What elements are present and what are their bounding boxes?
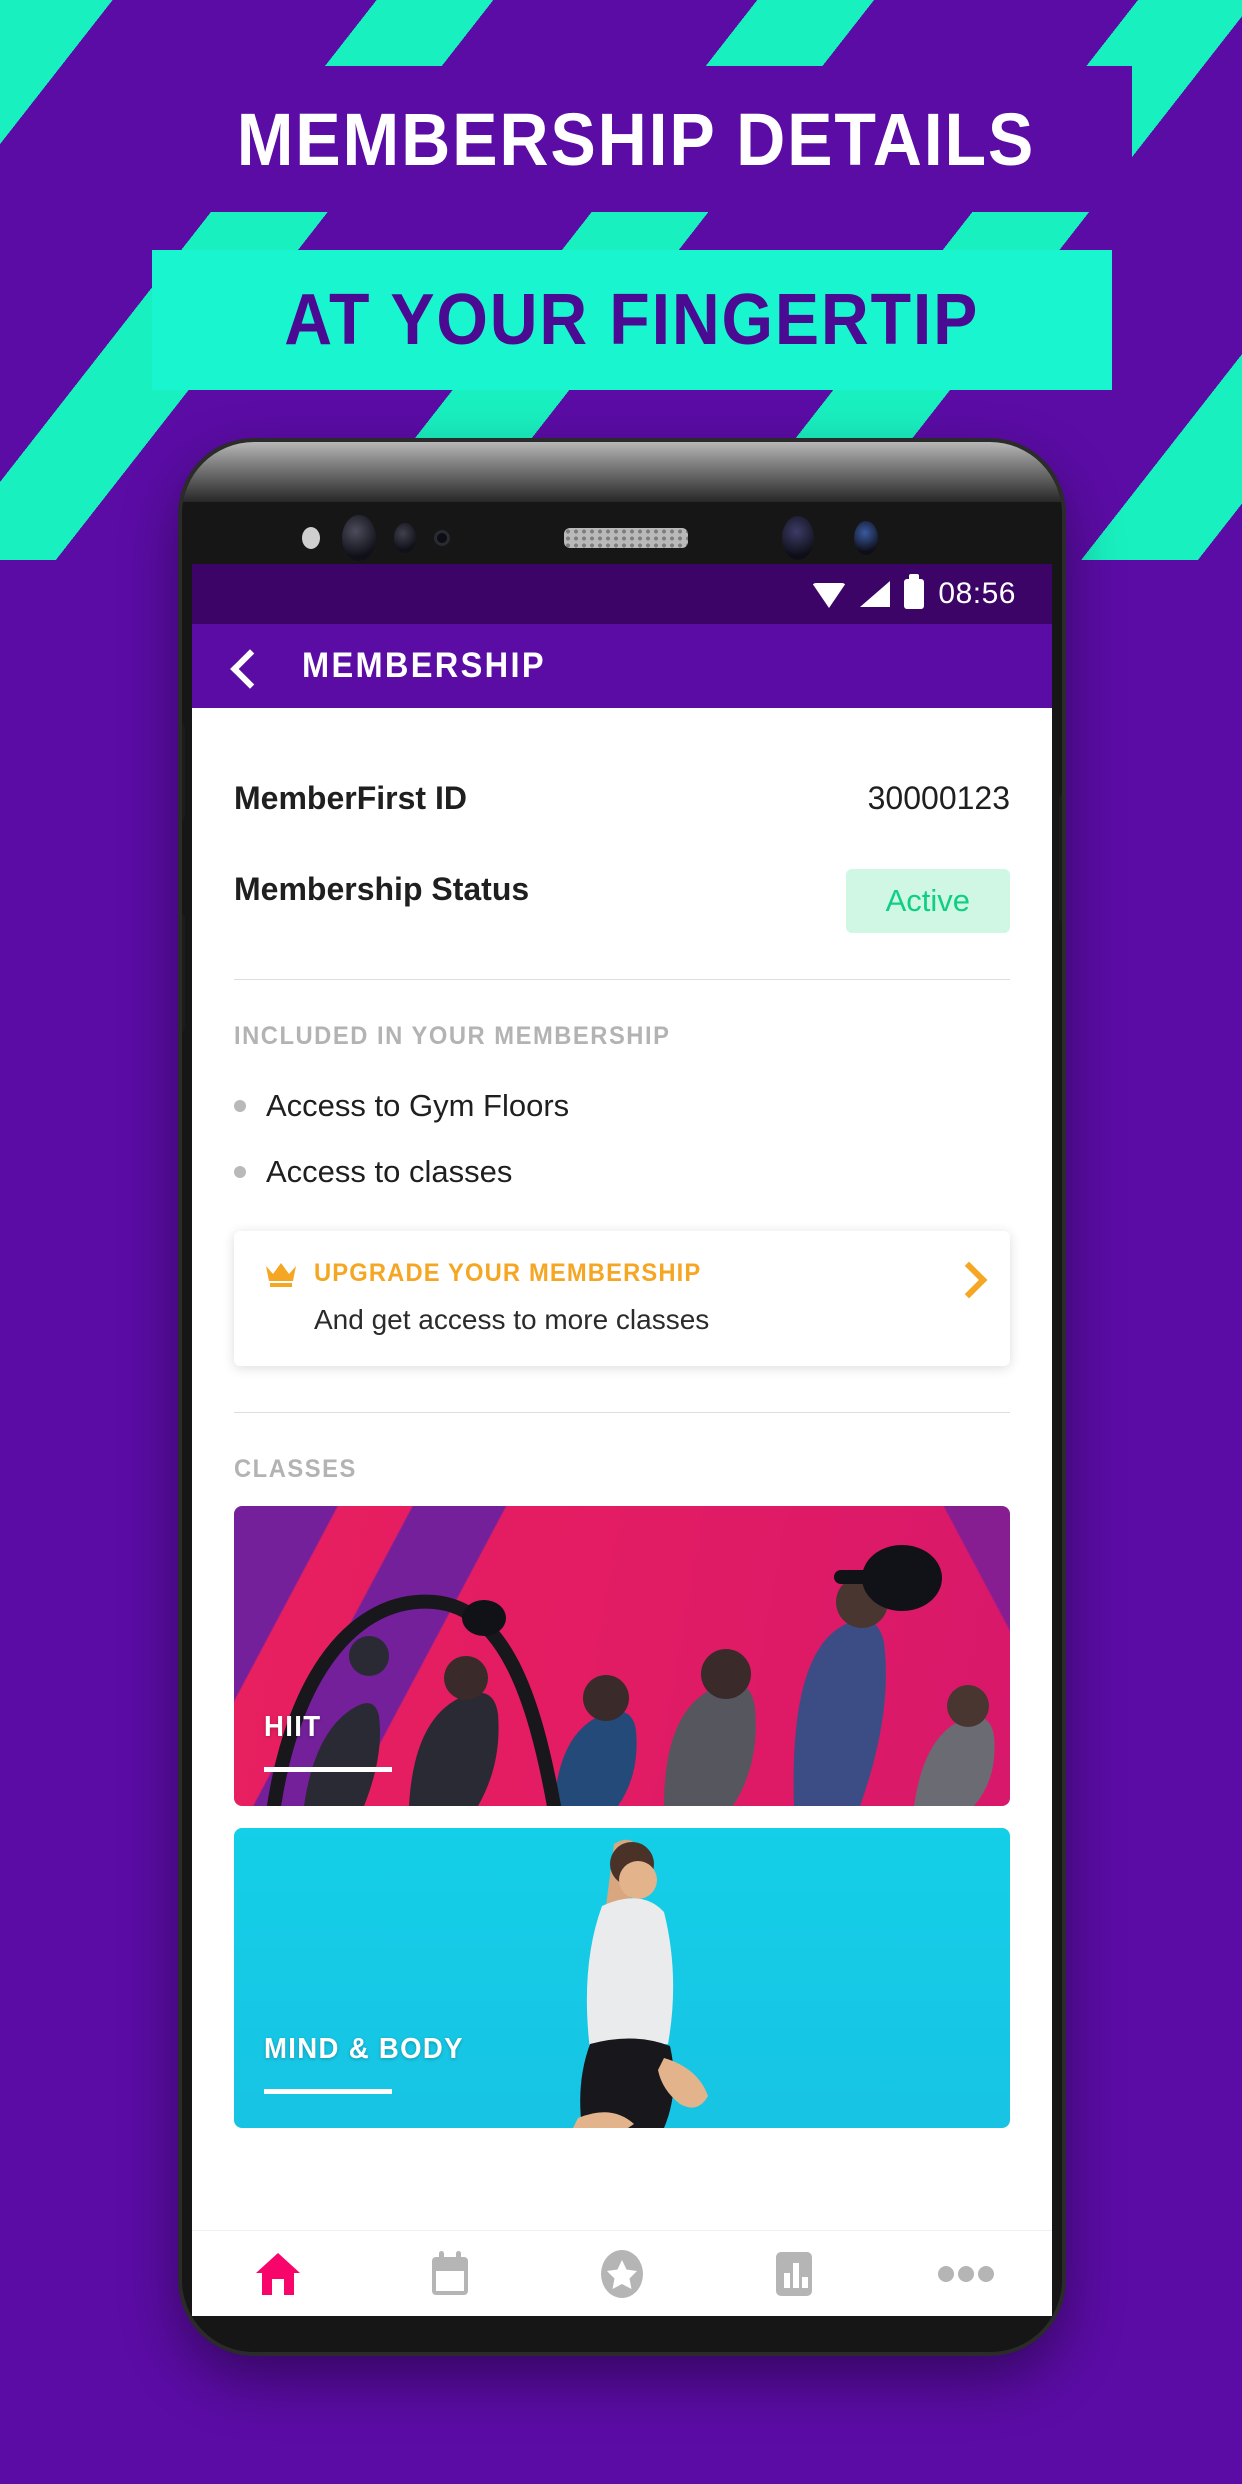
earpiece-speaker-icon <box>564 528 688 548</box>
membership-status-row: Membership Status Active <box>234 845 1010 933</box>
section-divider-bottom <box>234 1412 1010 1413</box>
phone-mockup: 08:56 MEMBERSHIP MemberFirst ID 30000123… <box>182 442 1062 2352</box>
phone-top-edge <box>182 442 1062 502</box>
wifi-icon <box>812 581 847 608</box>
app-bar: MEMBERSHIP <box>192 624 1052 708</box>
list-item: Access to classes <box>234 1139 1010 1205</box>
upgrade-membership-card[interactable]: UPGRADE YOUR MEMBERSHIP And get access t… <box>234 1231 1010 1366</box>
class-card-hiit[interactable]: HIIT <box>234 1506 1010 1806</box>
battery-icon <box>904 574 925 609</box>
promo-stage: MEMBERSHIP DETAILS AT YOUR FINGERTIP 08:… <box>0 0 1242 2484</box>
class-photo-hiit <box>234 1506 1010 1806</box>
upgrade-card-subtitle: And get access to more classes <box>314 1304 710 1335</box>
status-badge: Active <box>845 869 1010 933</box>
status-bar-clock: 08:56 <box>938 577 1016 610</box>
class-card-mind-body[interactable]: MIND & BODY <box>234 1828 1010 2128</box>
secondary-camera-icon <box>782 516 814 560</box>
upgrade-card-header: UPGRADE YOUR MEMBERSHIP <box>264 1259 980 1288</box>
iris-sensor-icon <box>394 523 416 553</box>
bottom-navigation-bar <box>192 2230 1052 2316</box>
membership-status-label: Membership Status <box>234 870 530 907</box>
front-camera-icon <box>342 515 376 561</box>
list-item-label: Access to classes <box>266 1154 513 1189</box>
chevron-right-icon[interactable] <box>956 1267 976 1287</box>
signal-icon <box>860 581 890 607</box>
volume-up-button[interactable] <box>182 724 185 820</box>
class-photo-mind-body <box>234 1828 1010 2128</box>
class-card-underline <box>264 2089 392 2094</box>
member-id-row: MemberFirst ID 30000123 <box>234 708 1010 817</box>
chart-icon[interactable] <box>754 2246 834 2302</box>
headline-band-secondary: AT YOUR FINGERTIP <box>152 250 1112 390</box>
upgrade-card-title: UPGRADE YOUR MEMBERSHIP <box>314 1259 702 1287</box>
included-section-title: INCLUDED IN YOUR MEMBERSHIP <box>234 1022 671 1050</box>
class-card-label: HIIT <box>264 1711 322 1743</box>
phone-sensor-row <box>182 515 1062 561</box>
led-indicator-icon <box>434 530 450 546</box>
power-button[interactable] <box>1059 794 1062 922</box>
headline-line-1: MEMBERSHIP DETAILS <box>236 97 1036 181</box>
page-title: MEMBERSHIP <box>302 646 546 685</box>
membership-content: MemberFirst ID 30000123 Membership Statu… <box>192 708 1052 2230</box>
more-icon[interactable] <box>926 2246 1006 2302</box>
classes-section-title: CLASSES <box>234 1455 357 1483</box>
crown-icon <box>264 1260 298 1288</box>
star-icon[interactable] <box>582 2246 662 2302</box>
status-bar: 08:56 <box>192 564 1052 624</box>
row-spacer <box>234 817 1010 845</box>
class-card-label: MIND & BODY <box>264 2033 464 2065</box>
volume-down-button[interactable] <box>182 914 185 1032</box>
included-list: Access to Gym Floors Access to classes <box>234 1073 1010 1205</box>
headline-band-primary: MEMBERSHIP DETAILS <box>140 66 1132 212</box>
list-item-label: Access to Gym Floors <box>266 1088 570 1123</box>
headline-line-2: AT YOUR FINGERTIP <box>284 280 980 360</box>
phone-bottom-bezel <box>182 2316 1062 2352</box>
list-item: Access to Gym Floors <box>234 1073 1010 1139</box>
calendar-icon[interactable] <box>410 2246 490 2302</box>
bullet-dot-icon <box>234 1100 246 1112</box>
home-icon[interactable] <box>238 2246 318 2302</box>
bullet-dot-icon <box>234 1166 246 1178</box>
class-card-underline <box>264 1767 392 1772</box>
member-id-value: 30000123 <box>867 780 1010 816</box>
light-sensor-icon <box>854 521 878 555</box>
phone-screen: 08:56 MEMBERSHIP MemberFirst ID 30000123… <box>192 564 1052 2316</box>
proximity-sensor-icon <box>302 527 320 549</box>
member-id-label: MemberFirst ID <box>234 780 467 816</box>
section-divider-top <box>234 979 1010 980</box>
back-chevron-icon[interactable] <box>230 653 256 679</box>
